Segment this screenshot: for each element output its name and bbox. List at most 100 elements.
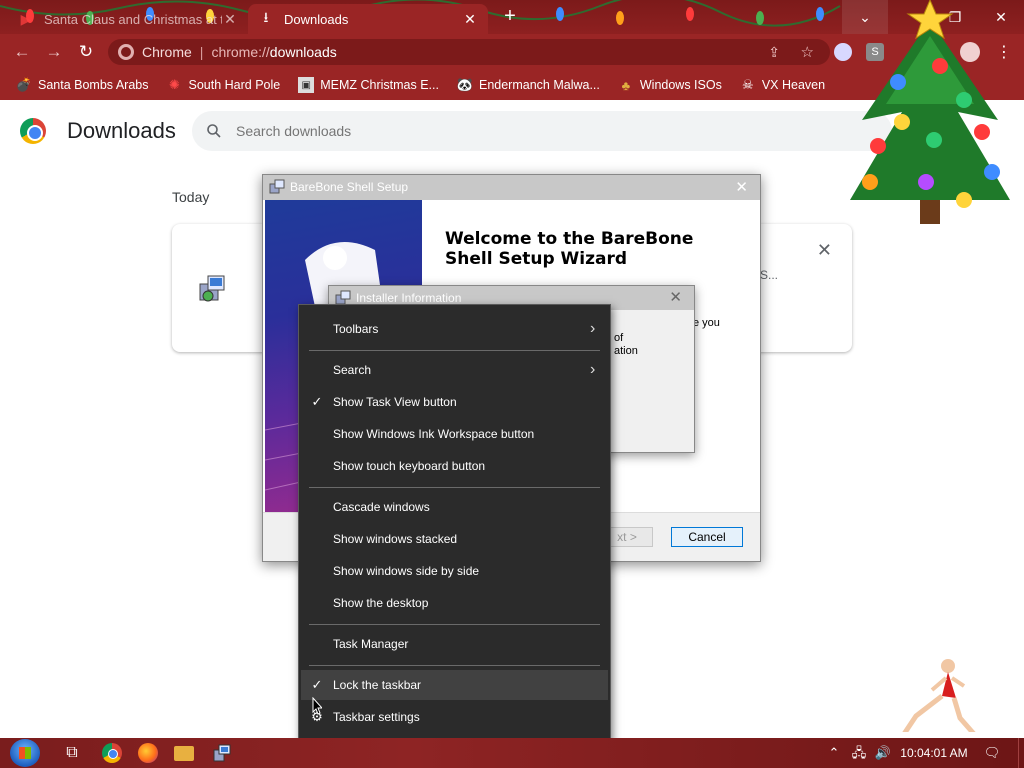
bookmark-endermanch-malware[interactable]: 🐼 Endermanch Malwa... [457, 77, 600, 93]
close-tab-icon[interactable]: ✕ [222, 11, 238, 28]
menu-item-show-windows-stacked[interactable]: Show windows stacked [301, 524, 608, 554]
menu-item-label: Lock the taskbar [333, 678, 422, 692]
file-explorer-icon[interactable] [174, 746, 194, 761]
wizard-text-fragment: . [759, 269, 763, 281]
close-tab-icon[interactable]: ✕ [462, 11, 478, 28]
bookmark-windows-isos[interactable]: ♣ Windows ISOs [618, 77, 722, 93]
close-icon[interactable]: ✕ [735, 178, 748, 196]
menu-item-show-windows-side-by-side[interactable]: Show windows side by side [301, 556, 608, 586]
bookmark-label: Endermanch Malwa... [478, 78, 600, 92]
tab-downloads[interactable]: ⭳ Downloads ✕ [248, 4, 488, 34]
forward-button[interactable]: → [42, 40, 66, 64]
bookmark-memz-christmas[interactable]: ▣ MEMZ Christmas E... [298, 77, 439, 93]
image-icon: ▣ [298, 77, 315, 93]
remove-download-icon[interactable]: ✕ [817, 240, 832, 261]
menu-item-label: Show Task View button [333, 395, 457, 409]
new-tab-button[interactable]: + [500, 6, 520, 26]
network-icon[interactable]: 🖧 [850, 744, 868, 762]
date-section-heading: Today [172, 189, 210, 205]
task-view-icon[interactable]: ⧉ [62, 743, 82, 763]
bookmark-vx-heaven[interactable]: ☠ VX Heaven [740, 77, 825, 93]
menu-separator [309, 350, 600, 351]
chrome-logo-icon [20, 118, 46, 144]
search-input[interactable] [236, 123, 836, 139]
tab-label: Santa Claus and Christmas at th [44, 11, 222, 27]
menu-item-show-task-view[interactable]: ✓ Show Task View button [301, 387, 608, 417]
tab-label: Downloads [284, 11, 349, 27]
menu-item-cascade-windows[interactable]: Cascade windows [301, 492, 608, 522]
menu-item-show-desktop[interactable]: Show the desktop [301, 588, 608, 618]
bomb-icon: 💣 [15, 77, 33, 92]
christmas-tree-decoration [850, 0, 1010, 224]
bookmark-label: South Hard Pole [188, 78, 281, 92]
menu-item-label: Show touch keyboard button [333, 459, 486, 473]
menu-item-lock-taskbar[interactable]: ✓ Lock the taskbar [301, 670, 608, 700]
check-icon: ✓ [311, 394, 323, 409]
menu-item-toolbars[interactable]: Toolbars › [301, 314, 608, 344]
chrome-site-icon [118, 44, 134, 60]
tree-icon: ♣ [621, 77, 631, 93]
wizard-titlebar[interactable]: BareBone Shell Setup ✕ [263, 175, 760, 200]
back-button[interactable]: ← [10, 40, 34, 64]
search-icon [206, 123, 222, 139]
installer-file-icon [199, 275, 225, 302]
bookmark-star-icon[interactable]: ☆ [801, 43, 814, 61]
menu-item-label: Show Windows Ink Workspace button [333, 427, 535, 441]
menu-item-label: Task Manager [333, 637, 409, 651]
menu-item-label: Taskbar settings [333, 710, 420, 724]
mouse-cursor-icon [312, 697, 322, 715]
menu-separator [309, 487, 600, 488]
start-button[interactable] [10, 739, 40, 767]
menu-item-taskbar-settings[interactable]: ⚙ Taskbar settings [301, 702, 608, 732]
download-filename-fragment: S... [760, 268, 779, 282]
bookmark-south-hard-pole[interactable]: ✺ South Hard Pole [166, 77, 280, 93]
dialog-title: Installer Information [356, 291, 462, 305]
reload-button[interactable]: ↻ [74, 40, 98, 64]
setup-icon[interactable] [212, 743, 232, 763]
volume-icon[interactable]: 🔊 [874, 744, 892, 762]
chevron-up-icon[interactable]: ⌃ [826, 744, 842, 762]
show-desktop-button[interactable] [1018, 738, 1024, 768]
menu-item-label: Show windows stacked [333, 532, 458, 546]
bookmark-label: Windows ISOs [639, 78, 722, 92]
menu-item-label: Toolbars [333, 322, 379, 336]
dialog-text-fragment: ation [614, 345, 638, 357]
check-icon: ✓ [311, 677, 323, 692]
omnibox-scheme: chrome:// [211, 44, 270, 60]
firefox-icon[interactable] [138, 743, 158, 763]
youtube-icon: ▶ [20, 10, 32, 27]
menu-item-label: Search [333, 363, 372, 377]
menu-item-show-touch-keyboard[interactable]: Show touch keyboard button [301, 451, 608, 481]
taskbar-context-menu: Toolbars › Search › ✓ Show Task View but… [298, 304, 611, 742]
bookmark-santa-bombs-arabs[interactable]: 💣 Santa Bombs Arabs [15, 77, 149, 93]
setup-icon [269, 179, 285, 194]
wizard-body-fragment: e you [693, 317, 720, 329]
menu-item-search[interactable]: Search › [301, 355, 608, 385]
dancing-figure-decoration [898, 659, 980, 737]
menu-separator [309, 624, 600, 625]
close-icon[interactable]: ✕ [669, 288, 682, 306]
submenu-arrow-icon: › [590, 361, 596, 378]
address-bar[interactable]: Chrome | chrome://downloads ⇪ ☆ [108, 39, 830, 65]
clock[interactable]: 10:04:01 AM [900, 744, 968, 762]
page-title: Downloads [67, 118, 176, 143]
submenu-arrow-icon: › [590, 320, 596, 337]
chrome-icon[interactable] [102, 743, 122, 763]
menu-item-show-ink-workspace[interactable]: Show Windows Ink Workspace button [301, 419, 608, 449]
bookmark-label: Santa Bombs Arabs [38, 78, 149, 92]
tab-santa-claus[interactable]: ▶ Santa Claus and Christmas at th ✕ [8, 4, 248, 34]
menu-item-label: Show the desktop [333, 596, 429, 610]
share-icon[interactable]: ⇪ [768, 44, 780, 61]
wizard-heading: Welcome to the BareBone Shell Setup Wiza… [445, 229, 694, 269]
bookmark-label: VX Heaven [761, 78, 826, 92]
omnibox-separator: | [199, 44, 204, 60]
notification-icon[interactable]: 🗨 [982, 744, 1002, 762]
bot-icon: 🐼 [456, 77, 474, 92]
menu-item-task-manager[interactable]: Task Manager [301, 629, 608, 659]
menu-separator [309, 665, 600, 666]
omnibox-site-label: Chrome [142, 44, 192, 60]
omnibox-path: downloads [269, 44, 337, 60]
cancel-button[interactable]: Cancel [671, 527, 743, 547]
search-box[interactable] [192, 111, 892, 151]
download-icon: ⭳ [263, 9, 269, 25]
